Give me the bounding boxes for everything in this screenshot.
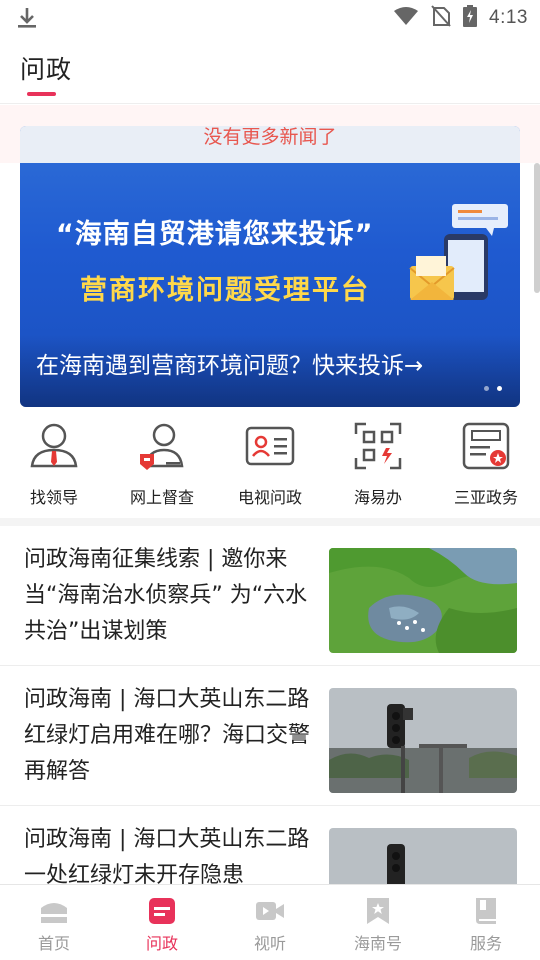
wifi-icon: [393, 6, 419, 30]
status-bar: 4:13: [0, 0, 540, 36]
screen: 4:13 问政 “海南自贸港请您来投诉” 营商环境问题受理平台 在海南遇到营商环…: [0, 0, 540, 960]
bookmark-icon: [367, 898, 389, 924]
sanya-gov-icon: [462, 422, 510, 470]
entry-label: 海易办: [353, 488, 402, 507]
nav-label: 海南号: [353, 934, 402, 953]
news-thumbnail: [329, 688, 517, 793]
wenzheng-icon: [149, 898, 175, 924]
status-time: 4:13: [489, 7, 528, 28]
nav-hainan-hao[interactable]: 海南号: [324, 885, 432, 960]
book-icon: [476, 898, 496, 924]
nav-label: 首页: [37, 934, 70, 953]
nav-label: 视听: [253, 934, 286, 953]
pager-dot[interactable]: [484, 386, 489, 391]
tab-wenzheng[interactable]: 问政: [20, 50, 72, 86]
news-title: 问政海南征集线索 | 邀你来当“海南治水侦察兵” 为“六水共治”出谋划策: [24, 547, 308, 644]
no-more-news-text: 没有更多新闻了: [203, 126, 337, 148]
tab-active-indicator: [27, 92, 56, 96]
home-icon: [41, 903, 67, 923]
scroll-indicator: [534, 163, 540, 293]
entry-label: 电视问政: [237, 488, 302, 507]
entry-haiyiban[interactable]: 海易办: [324, 414, 432, 514]
qr-scan-icon: [354, 422, 402, 470]
news-title: 问政海南 | 海口大英山东二路红绿灯启用难在哪？海口交警再解答: [24, 687, 311, 784]
nav-label: 问政: [145, 934, 178, 953]
entry-find-leader[interactable]: 找领导: [0, 414, 108, 514]
entry-online-supervision[interactable]: 网上督查: [108, 414, 216, 514]
pager-dot-active[interactable]: [497, 386, 502, 391]
nav-label: 服务: [469, 934, 502, 953]
leader-icon: [30, 423, 78, 468]
battery-charging-icon: [463, 5, 478, 31]
entry-label: 找领导: [29, 488, 78, 507]
traffic-light-photo: [329, 688, 517, 793]
banner-caption: 在海南遇到营商环境问题？快来投诉→: [36, 353, 424, 379]
entry-tv-wenzheng[interactable]: 电视问政: [216, 414, 324, 514]
nav-video[interactable]: 视听: [216, 885, 324, 960]
phone-mail-illustration: [400, 196, 510, 320]
tv-card-icon: [245, 426, 295, 466]
entry-label: 三亚政务: [453, 488, 518, 507]
entry-label: 网上督查: [129, 488, 194, 507]
top-header: 问政: [0, 36, 540, 104]
section-divider: [0, 518, 540, 526]
news-thumbnail: [329, 548, 517, 653]
banner-headline: “海南自贸港请您来投诉”: [56, 219, 374, 250]
banner-pager: [484, 386, 502, 391]
bottom-navigation: 首页 问政 视听 海南号 服务: [0, 884, 540, 960]
news-item[interactable]: 问政海南 | 海口大英山东二路红绿灯启用难在哪？海口交警再解答: [0, 666, 540, 806]
no-sim-icon: [431, 5, 451, 31]
nav-wenzheng[interactable]: 问政: [108, 885, 216, 960]
video-icon: [256, 902, 284, 920]
quick-entry-row: 找领导 网上督查 电视问政 海易办 三亚政务: [0, 414, 540, 514]
entry-sanya-gov[interactable]: 三亚政务: [432, 414, 540, 514]
nav-service[interactable]: 服务: [432, 885, 540, 960]
promo-banner[interactable]: “海南自贸港请您来投诉” 营商环境问题受理平台 在海南遇到营商环境问题？快来投诉…: [20, 126, 520, 407]
wetland-photo: [329, 548, 517, 653]
download-icon: [16, 6, 38, 34]
news-item[interactable]: 问政海南征集线索 | 邀你来当“海南治水侦察兵” 为“六水共治”出谋划策: [0, 526, 540, 666]
banner-subheadline: 营商环境问题受理平台: [80, 275, 370, 306]
nav-home[interactable]: 首页: [0, 885, 108, 960]
supervise-icon: [140, 423, 184, 470]
